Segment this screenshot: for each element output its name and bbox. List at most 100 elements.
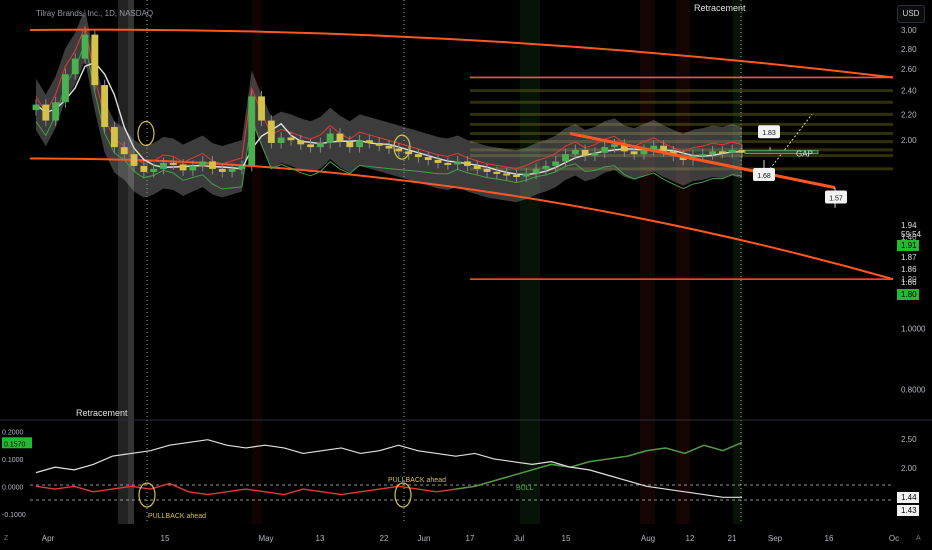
candle[interactable] (473, 165, 481, 169)
price-tick: 2.20 (901, 110, 917, 119)
time-tick: 17 (466, 534, 475, 543)
osc-left-label: 0.1570 (4, 441, 26, 448)
bull-label: BULL (516, 485, 534, 492)
symbol-title: Tilray Brands, Inc., 1D, NASDAQ (36, 9, 154, 18)
price-label: 1.86 (901, 265, 917, 274)
price-tick: 2.80 (901, 45, 917, 54)
price-tick: 2.00 (901, 136, 917, 145)
candle[interactable] (42, 104, 50, 121)
candle[interactable] (316, 142, 324, 148)
candle[interactable] (111, 126, 118, 148)
candle[interactable] (454, 161, 462, 165)
candle[interactable] (611, 144, 618, 148)
candle[interactable] (71, 58, 79, 75)
candle[interactable] (738, 149, 746, 153)
osc-left-tick: 0.0000 (2, 484, 24, 491)
candle[interactable] (424, 157, 432, 160)
price-tick: 2.60 (901, 65, 917, 74)
candle[interactable] (248, 96, 256, 166)
candle[interactable] (150, 168, 158, 172)
candle[interactable] (160, 162, 167, 169)
candle[interactable] (32, 104, 40, 111)
osc-left-tick: 0.2000 (2, 429, 24, 436)
time-tick: Apr (42, 534, 55, 543)
candle[interactable] (199, 161, 207, 166)
candle[interactable] (571, 149, 579, 155)
time-tick: Jun (418, 534, 431, 543)
osc-right-label: 1.44 (901, 493, 917, 502)
candle[interactable] (434, 159, 442, 163)
osc-right-label: 1.43 (901, 506, 917, 515)
candle[interactable] (356, 140, 364, 148)
candle[interactable] (101, 85, 109, 127)
candle[interactable] (464, 161, 471, 166)
candle[interactable] (61, 74, 69, 103)
candle[interactable] (483, 168, 491, 172)
candle[interactable] (542, 165, 550, 169)
candle[interactable] (522, 173, 530, 177)
candle[interactable] (336, 133, 344, 142)
pullback-label: PULLBACK ahead (388, 477, 446, 484)
a-badge[interactable]: A (916, 535, 921, 542)
candle[interactable] (699, 154, 707, 157)
candle[interactable] (81, 34, 89, 59)
currency-button[interactable]: USD (897, 5, 925, 23)
candle[interactable] (444, 162, 452, 165)
candle[interactable] (238, 165, 246, 169)
candle[interactable] (493, 171, 501, 174)
price-chart[interactable]: 3.203.002.802.602.402.202.001.401.201.00… (0, 0, 932, 550)
time-tick: 22 (380, 534, 389, 543)
z-badge[interactable]: Z (4, 535, 8, 542)
candle[interactable] (91, 34, 99, 86)
candle[interactable] (179, 164, 187, 171)
candle[interactable] (140, 165, 148, 172)
candle[interactable] (532, 168, 540, 174)
candle[interactable] (326, 133, 334, 143)
price-label: 59:54 (901, 230, 922, 239)
pullback-label: PULLBACK ahead (148, 513, 206, 520)
candle[interactable] (709, 151, 717, 155)
candle[interactable] (277, 137, 285, 143)
candle[interactable] (728, 149, 736, 153)
session-shade (676, 0, 690, 524)
price-tick: 1.0000 (901, 325, 926, 334)
candle[interactable] (591, 152, 599, 156)
candle[interactable] (414, 154, 422, 158)
candle[interactable] (267, 120, 275, 143)
osc-left-tick: 0.1000 (2, 457, 24, 464)
candle[interactable] (375, 142, 383, 146)
candle[interactable] (297, 140, 305, 145)
candle[interactable] (385, 145, 393, 149)
candle[interactable] (52, 102, 60, 121)
candle[interactable] (660, 145, 667, 152)
candle[interactable] (120, 147, 128, 155)
candle[interactable] (365, 140, 373, 143)
time-tick: May (258, 534, 273, 543)
candle[interactable] (601, 147, 609, 153)
candle[interactable] (209, 161, 216, 169)
candle[interactable] (228, 168, 236, 172)
candle[interactable] (513, 174, 520, 177)
candle[interactable] (581, 149, 589, 156)
candle[interactable] (169, 162, 177, 165)
candle[interactable] (130, 154, 138, 166)
retracement-bottom-label: Retracement (76, 408, 128, 418)
candle[interactable] (562, 154, 569, 162)
candle[interactable] (395, 148, 403, 152)
candle[interactable] (307, 144, 314, 148)
candle[interactable] (718, 151, 726, 154)
candle[interactable] (552, 161, 560, 166)
candle[interactable] (258, 96, 265, 121)
candle[interactable] (287, 137, 295, 141)
time-tick: 15 (562, 534, 571, 543)
retracement-top-label: Retracement (694, 3, 746, 13)
price-tick: 2.40 (901, 87, 917, 96)
candle[interactable] (503, 173, 511, 176)
candle[interactable] (218, 168, 226, 172)
candle[interactable] (630, 151, 638, 155)
price-label: 1.87 (901, 253, 917, 262)
candle[interactable] (346, 141, 354, 148)
time-tick: 12 (686, 534, 695, 543)
gap-label: GAP (796, 149, 813, 158)
candle[interactable] (189, 165, 197, 171)
